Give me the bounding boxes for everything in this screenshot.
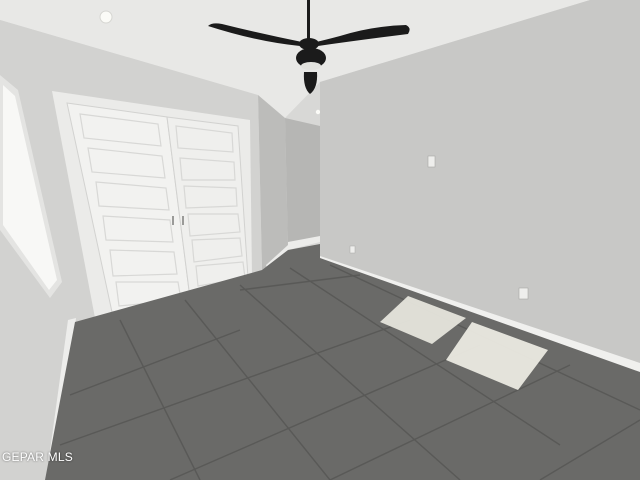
recessed-light-small: [315, 109, 321, 115]
hall-back-wall: [285, 118, 320, 250]
watermark-text: GEPAR MLS: [2, 450, 73, 464]
outlet-small: [349, 245, 356, 254]
door-handle-right: [182, 216, 184, 225]
door-handle-left: [172, 216, 174, 225]
outlet-right: [518, 287, 529, 300]
recessed-light: [99, 10, 113, 24]
hall-left-wall: [258, 95, 288, 270]
bedroom-scene: [0, 0, 640, 480]
light-switch: [427, 155, 436, 168]
